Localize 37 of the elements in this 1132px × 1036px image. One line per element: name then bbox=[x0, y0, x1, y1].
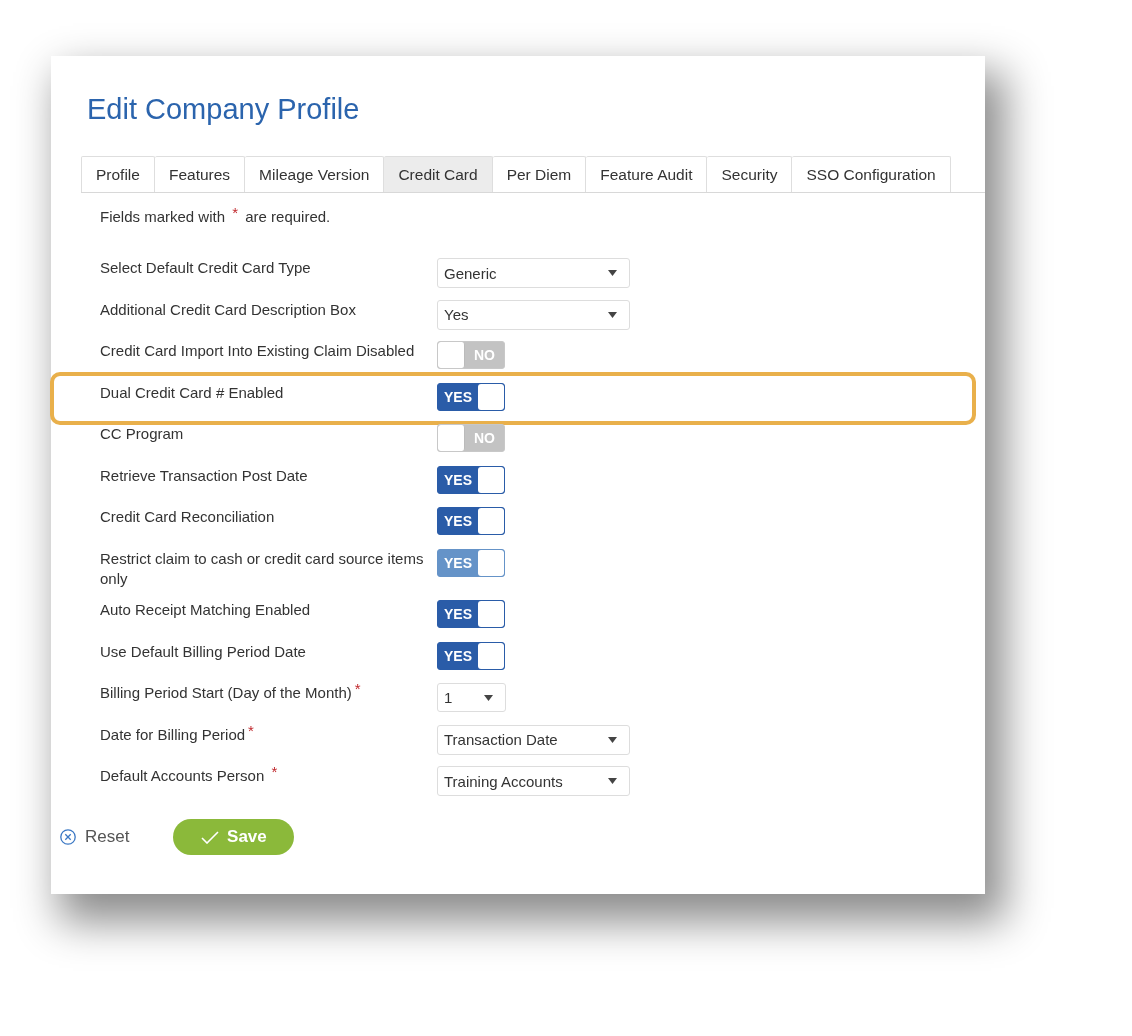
tab[interactable]: Profile bbox=[81, 156, 155, 192]
page-title: Edit Company Profile bbox=[87, 92, 361, 126]
tab[interactable]: Credit Card bbox=[384, 156, 493, 192]
caret-icon bbox=[608, 736, 617, 743]
tab[interactable]: Per Diem bbox=[492, 156, 587, 192]
caret-icon bbox=[608, 311, 617, 318]
toggle-switch[interactable]: YES bbox=[437, 507, 505, 535]
field-label: Auto Receipt Matching Enabled bbox=[100, 600, 312, 620]
field-label: Credit Card Import Into Existing Claim Disabled bbox=[100, 341, 416, 361]
field-label: Additional Credit Card Description Box bbox=[100, 299, 357, 320]
x-circle-icon bbox=[60, 829, 76, 845]
tab[interactable]: Mileage Version bbox=[245, 156, 385, 192]
tab[interactable]: Features bbox=[154, 156, 246, 192]
caret-icon bbox=[608, 270, 617, 276]
caret-icon bbox=[608, 778, 617, 784]
toggle-switch[interactable]: YES bbox=[437, 641, 505, 670]
field-label: CC Program bbox=[100, 424, 185, 444]
caret-icon bbox=[484, 694, 493, 701]
field-label: Select Default Credit Card Type bbox=[100, 258, 312, 278]
reset-button[interactable]: Reset bbox=[60, 827, 130, 847]
dropdown-field[interactable]: Generic bbox=[437, 258, 630, 288]
tab[interactable]: Feature Audit bbox=[586, 156, 708, 192]
field-label: Use Default Billing Period Date bbox=[100, 641, 307, 662]
tab[interactable]: Security bbox=[707, 156, 793, 192]
dropdown-field[interactable]: 1 bbox=[437, 683, 506, 712]
field-label: Credit Card Reconciliation bbox=[100, 507, 276, 527]
field-label: Dual Credit Card # Enabled bbox=[100, 382, 285, 403]
toggle-switch[interactable]: YES bbox=[437, 600, 505, 628]
toggle-switch[interactable]: YES bbox=[437, 465, 505, 494]
dropdown-field[interactable]: Transaction Date bbox=[437, 724, 630, 755]
dropdown-field[interactable]: Training Accounts bbox=[437, 766, 630, 796]
tab[interactable]: SSO Configuration bbox=[792, 156, 951, 192]
field-label: Restrict claim to cash or credit card source items only bbox=[100, 548, 425, 589]
toggle-switch[interactable]: YES bbox=[437, 382, 505, 411]
field-label: Retrieve Transaction Post Date bbox=[100, 465, 309, 486]
check-icon bbox=[201, 830, 220, 844]
dropdown-field[interactable]: Yes bbox=[437, 299, 630, 330]
